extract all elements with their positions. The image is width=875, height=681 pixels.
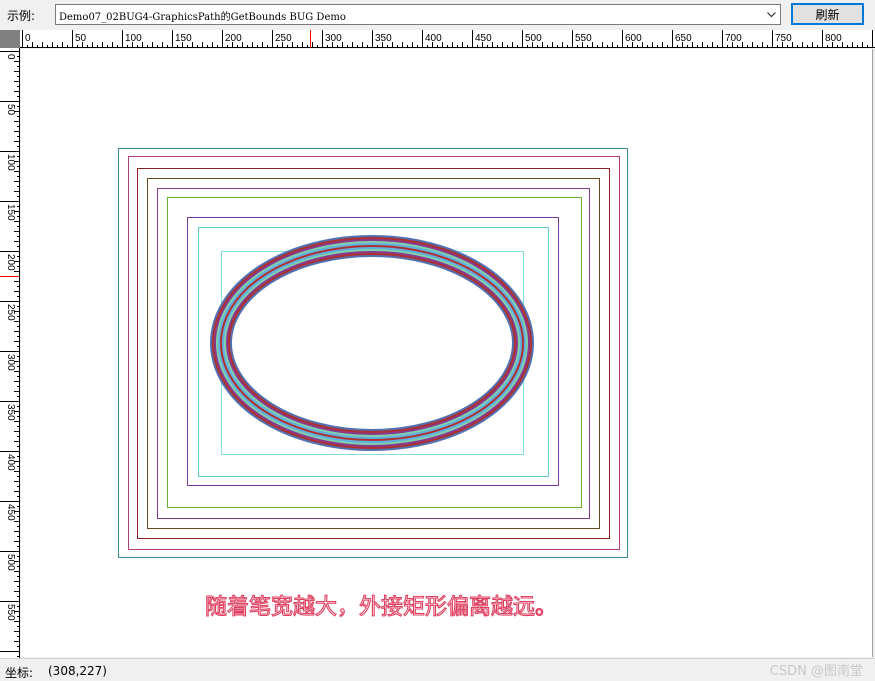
toolbar: 示例: Demo07_02BUG4-GraphicsPath的GetBounds… [0,0,875,30]
vertical-ruler: 0 50 100 150 200 250 300 350 400 450 500 550 [0,48,20,658]
ruler-label: 0 [25,33,31,44]
ruler-label: 300 [5,354,16,371]
coords-value: (308,227) [48,664,107,678]
ruler-label: 300 [325,33,342,44]
canvas-caption: 随着笔宽越大，外接矩形偏离越远。 [205,595,557,620]
ruler-label: 100 [125,33,142,44]
drawing-canvas[interactable]: 随着笔宽越大，外接矩形偏离越远。 [21,49,873,657]
ruler-label: 550 [5,604,16,621]
ruler-label: 250 [275,33,292,44]
vertical-ruler-graphic: 0 50 100 150 200 250 300 350 400 450 500 550 [0,51,19,657]
ruler-label: 500 [525,33,542,44]
bounds-rect [128,156,620,550]
ruler-label: 600 [625,33,642,44]
ruler-corner [0,30,20,48]
horizontal-ruler-graphic: 0 50 100 150 200 250 300 350 400 450 500 550 600 650 7… [22,30,873,47]
ruler-label: 50 [5,104,16,116]
ruler-label: 450 [475,33,492,44]
refresh-button[interactable]: 刷新 [791,3,864,25]
demo-label: 示例: [7,9,36,23]
ruler-label: 150 [175,33,192,44]
ruler-label: 700 [725,33,742,44]
ruler-label: 800 [825,33,842,44]
status-bar: 坐标: (308,227) [0,658,875,681]
ruler-label: 150 [5,204,16,221]
horizontal-ruler: 0 50 100 150 200 250 300 350 400 450 500 550 600 650 7… [20,30,875,48]
coords-label: 坐标: [5,666,34,680]
ruler-label: 100 [5,154,16,171]
drawing-graphic: 随着笔宽越大，外接矩形偏离越远。 [118,148,628,621]
ruler-label: 500 [5,554,16,571]
ellipse-stroke [218,243,526,443]
ruler-label: 250 [5,304,16,321]
watermark: CSDN @图南堂 [769,664,863,679]
demo-select[interactable]: Demo07_02BUG4-GraphicsPath的GetBounds BUG… [55,4,781,25]
ruler-label: 50 [75,33,87,44]
ruler-label: 750 [775,33,792,44]
app-window: 示例: Demo07_02BUG4-GraphicsPath的GetBounds… [0,0,875,681]
ruler-label: 550 [575,33,592,44]
ruler-label: 650 [675,33,692,44]
ruler-label: 200 [225,33,242,44]
ruler-label: 350 [375,33,392,44]
chevron-down-icon[interactable] [763,5,780,24]
ruler-label: 350 [5,404,16,421]
ruler-label: 200 [5,254,16,271]
ruler-label: 400 [5,454,16,471]
ruler-label: 0 [5,54,16,60]
bounds-rect [137,168,610,539]
ruler-label: 400 [425,33,442,44]
demo-select-value: Demo07_02BUG4-GraphicsPath的GetBounds BUG… [59,12,346,23]
bounds-rect [118,148,628,558]
ruler-label: 450 [5,504,16,521]
